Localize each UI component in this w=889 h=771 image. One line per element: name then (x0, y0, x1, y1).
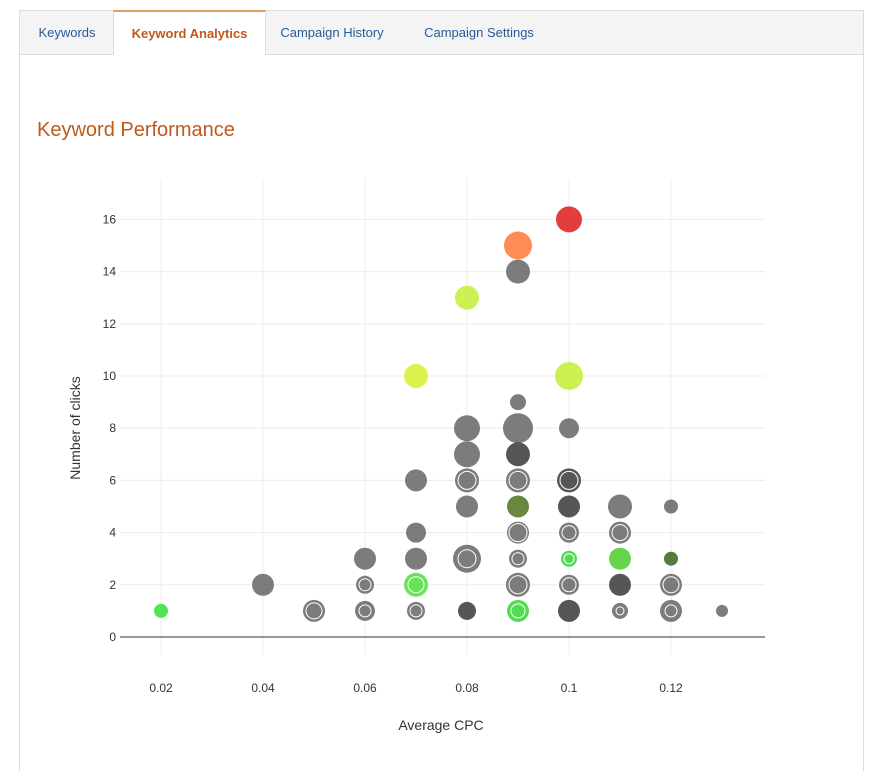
data-point (557, 468, 581, 493)
data-point (507, 599, 529, 622)
data-point (406, 522, 426, 543)
y-tick-label: 8 (109, 421, 116, 435)
data-point (559, 418, 579, 439)
chart-points (154, 206, 728, 622)
data-point (660, 599, 682, 622)
data-point (252, 573, 274, 596)
data-point (664, 499, 678, 514)
data-point (405, 469, 427, 492)
data-point (455, 468, 479, 493)
x-tick-label: 0.06 (353, 681, 377, 695)
data-point (556, 206, 582, 233)
data-point (458, 601, 476, 620)
data-point (504, 231, 532, 260)
y-tick-label: 6 (109, 473, 116, 487)
x-tick-label: 0.02 (149, 681, 173, 695)
data-point (506, 468, 530, 493)
x-tick-label: 0.1 (561, 681, 578, 695)
scatter-chart: 0.02 0.04 0.06 0.08 0.1 0.12 0 2 4 6 8 10 12 14 16 Ave… (67, 178, 765, 733)
x-tick-label: 0.08 (455, 681, 479, 695)
data-point (454, 415, 480, 442)
data-point (503, 413, 533, 444)
chart-axes: 0.02 0.04 0.06 0.08 0.1 0.12 0 2 4 6 8 10 12 14 16 (103, 212, 765, 695)
data-point (609, 573, 631, 596)
data-point (558, 495, 580, 518)
y-tick-label: 16 (103, 212, 117, 226)
data-point (555, 362, 583, 390)
data-point (507, 495, 529, 518)
data-point (609, 547, 631, 570)
data-point (664, 551, 678, 566)
y-tick-label: 2 (109, 578, 116, 592)
data-point (453, 544, 481, 573)
y-axis-label: Number of clicks (67, 376, 83, 479)
y-tick-label: 12 (103, 317, 117, 331)
data-point (506, 572, 530, 597)
data-point (561, 550, 577, 567)
data-point (612, 602, 628, 619)
data-point (405, 547, 427, 570)
data-point (510, 394, 526, 411)
data-point (507, 521, 529, 544)
y-tick-label: 10 (103, 369, 117, 383)
data-point (154, 603, 168, 618)
data-point (355, 600, 375, 621)
data-point (454, 441, 480, 468)
data-point (354, 547, 376, 570)
y-tick-label: 14 (103, 265, 117, 279)
data-point (506, 442, 530, 467)
data-point (456, 495, 478, 518)
data-point (608, 494, 632, 519)
x-tick-label: 0.12 (659, 681, 683, 695)
data-point (558, 599, 580, 622)
data-point (716, 604, 728, 617)
y-tick-label: 0 (109, 630, 116, 644)
data-point (404, 364, 428, 388)
y-tick-label: 4 (109, 526, 116, 540)
x-tick-label: 0.04 (251, 681, 275, 695)
data-point (506, 259, 530, 284)
data-point (455, 285, 479, 310)
x-axis-label: Average CPC (398, 717, 483, 733)
